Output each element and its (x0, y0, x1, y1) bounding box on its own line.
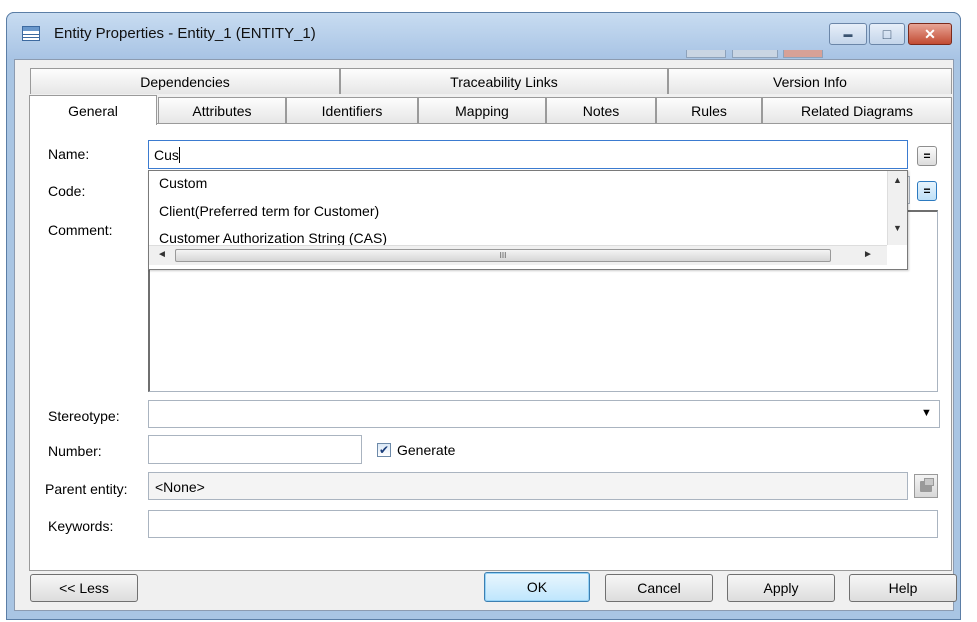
button-label: << Less (59, 580, 109, 596)
apply-button[interactable]: Apply (727, 574, 835, 602)
equals-icon: = (923, 149, 931, 163)
tab-label: Related Diagrams (800, 102, 914, 119)
window-title: Entity Properties - Entity_1 (ENTITY_1) (54, 25, 316, 42)
name-autocomplete-list[interactable]: Custom Client(Preferred term for Custome… (148, 170, 908, 270)
tab-dependencies[interactable]: Dependencies (30, 68, 340, 94)
list-item[interactable]: Client(Preferred term for Customer) (159, 203, 379, 219)
tab-general[interactable]: General (29, 95, 157, 125)
button-label: Apply (763, 580, 799, 596)
scroll-up-icon[interactable]: ▲ (893, 175, 902, 185)
name-input[interactable]: Cus (148, 140, 908, 169)
tab-notes[interactable]: Notes (546, 97, 656, 123)
checkmark-icon: ✔ (378, 443, 390, 457)
tab-identifiers[interactable]: Identifiers (286, 97, 418, 123)
background-window-edge (783, 50, 823, 58)
scroll-right-icon[interactable]: ► (863, 249, 873, 260)
select-object-icon-overlay (924, 478, 934, 486)
select-parent-button[interactable] (914, 474, 938, 498)
help-button[interactable]: Help (849, 574, 957, 602)
horizontal-scrollbar[interactable]: ◄ III ► (149, 245, 887, 265)
equals-icon: = (923, 184, 931, 198)
generate-checkbox[interactable]: ✔ (377, 443, 391, 457)
parent-entity-value: <None> (155, 479, 205, 495)
minimize-icon: ▬ (843, 29, 853, 39)
close-icon: ✕ (924, 25, 936, 42)
maximize-icon: □ (882, 26, 892, 42)
list-item[interactable]: Custom (159, 175, 207, 191)
thumb-grip: III (499, 251, 507, 260)
keywords-label: Keywords: (48, 518, 114, 534)
tab-label: Traceability Links (450, 73, 558, 90)
tab-label: Rules (691, 102, 727, 119)
background-window-edge (732, 50, 778, 58)
code-equals-button[interactable]: = (917, 181, 937, 201)
tab-label: Notes (582, 102, 620, 119)
tab-rules[interactable]: Rules (656, 97, 762, 123)
tab-related-diagrams[interactable]: Related Diagrams (762, 97, 952, 123)
tab-label: Version Info (773, 73, 847, 90)
tab-label: Dependencies (140, 73, 230, 90)
number-input[interactable] (148, 435, 362, 464)
stereotype-select[interactable]: ▼ (148, 400, 940, 428)
vertical-scrollbar[interactable]: ▲ ▼ (887, 171, 907, 245)
cancel-button[interactable]: Cancel (605, 574, 713, 602)
code-label: Code: (48, 183, 86, 199)
parent-entity-field: <None> (148, 472, 908, 500)
scroll-left-icon[interactable]: ◄ (157, 249, 167, 260)
list-item[interactable]: Customer Authorization String (CAS) (159, 230, 387, 246)
name-label: Name: (48, 146, 90, 162)
parent-entity-label: Parent entity: (45, 481, 128, 497)
stereotype-label: Stereotype: (48, 408, 120, 424)
button-label: OK (526, 579, 548, 595)
scroll-thumb[interactable]: III (175, 249, 831, 262)
ok-button[interactable]: OK (484, 572, 590, 602)
button-label: Cancel (637, 580, 681, 596)
number-label: Number: (48, 443, 102, 459)
tab-traceability-links[interactable]: Traceability Links (340, 68, 668, 94)
maximize-button[interactable]: □ (869, 23, 905, 45)
tab-attributes[interactable]: Attributes (158, 97, 286, 123)
comment-label: Comment: (48, 222, 113, 238)
button-label: Help (888, 580, 918, 596)
tab-label: General (68, 102, 118, 119)
tab-label: Identifiers (321, 102, 383, 119)
close-button[interactable]: ✕ (908, 23, 952, 45)
name-equals-button[interactable]: = (917, 146, 937, 166)
minimize-button[interactable]: ▬ (829, 23, 867, 45)
chevron-down-icon[interactable]: ▼ (921, 407, 932, 419)
scroll-down-icon[interactable]: ▼ (893, 223, 902, 233)
tab-version-info[interactable]: Version Info (668, 68, 952, 94)
name-input-text: Cus (154, 147, 179, 163)
tab-mapping[interactable]: Mapping (418, 97, 546, 123)
tab-label: Mapping (455, 102, 509, 119)
generate-label[interactable]: Generate (397, 442, 455, 458)
keywords-input[interactable] (148, 510, 938, 538)
background-window-edge (686, 50, 726, 58)
tab-label: Attributes (192, 102, 252, 119)
less-button[interactable]: << Less (30, 574, 138, 602)
entity-table-icon (22, 26, 40, 41)
